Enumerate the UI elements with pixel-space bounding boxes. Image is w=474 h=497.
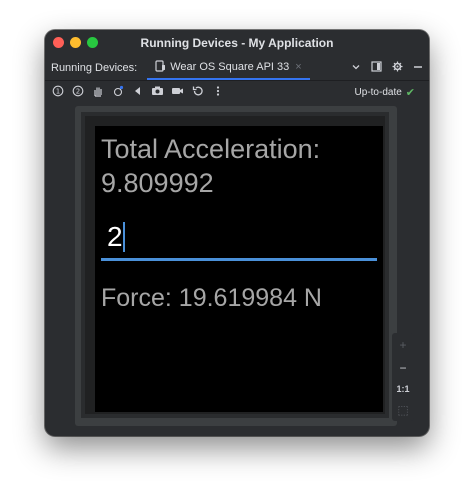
- input-underline: [101, 258, 377, 261]
- mass-input[interactable]: 2: [101, 218, 377, 261]
- zoom-fit-icon[interactable]: ⬚: [397, 403, 408, 417]
- tab-bar: Running Devices: Wear OS Square API 33 ×: [45, 56, 429, 81]
- gear-icon[interactable]: [392, 61, 403, 75]
- video-icon[interactable]: [171, 85, 184, 100]
- acceleration-value: 9.809992: [101, 168, 214, 198]
- status-text: Up-to-date: [354, 86, 402, 98]
- force-result: Force: 19.619984 N: [101, 284, 322, 312]
- zoom-controls: + − 1:1 ⬚: [392, 333, 414, 421]
- mass-input-value: 2: [107, 221, 123, 252]
- sync-status: Up-to-date ✔: [355, 81, 415, 103]
- button-2-icon[interactable]: 2: [71, 85, 84, 100]
- zoom-out-button[interactable]: −: [399, 361, 406, 375]
- close-window-button[interactable]: [53, 37, 64, 48]
- zoom-in-button[interactable]: +: [399, 338, 406, 352]
- svg-text:2: 2: [75, 87, 79, 95]
- tilt-icon[interactable]: [111, 85, 124, 100]
- zoom-window-button[interactable]: [87, 37, 98, 48]
- button-1-icon[interactable]: 1: [51, 85, 64, 100]
- zoom-actual-size-button[interactable]: 1:1: [396, 384, 409, 394]
- tab-label: Wear OS Square API 33: [170, 61, 290, 73]
- minimize-icon[interactable]: [413, 62, 423, 75]
- window-title: Running Devices - My Application: [140, 36, 334, 50]
- window-controls: [53, 37, 98, 48]
- device-frame: Total Acceleration: 9.809992 2 Force: 19…: [81, 112, 389, 418]
- back-icon[interactable]: [131, 85, 144, 100]
- minimize-window-button[interactable]: [70, 37, 81, 48]
- tab-actions: [351, 56, 423, 80]
- check-icon: ✔: [405, 86, 415, 99]
- running-devices-window: Running Devices - My Application Running…: [45, 30, 429, 436]
- layout-icon[interactable]: [371, 61, 382, 75]
- device-screen[interactable]: Total Acceleration: 9.809992 2 Force: 19…: [95, 126, 383, 412]
- tab-wear-os-square[interactable]: Wear OS Square API 33 ×: [147, 56, 310, 80]
- acceleration-label: Total Acceleration:: [101, 134, 321, 164]
- camera-icon[interactable]: [151, 85, 164, 100]
- more-icon[interactable]: [211, 85, 224, 100]
- running-devices-label: Running Devices:: [51, 62, 138, 74]
- device-canvas: Total Acceleration: 9.809992 2 Force: 19…: [75, 106, 397, 426]
- device-icon: [155, 59, 166, 75]
- close-icon[interactable]: ×: [295, 61, 301, 73]
- text-caret: [123, 222, 125, 252]
- palm-icon[interactable]: [91, 85, 104, 100]
- title-bar: Running Devices - My Application: [45, 30, 429, 56]
- chevron-down-icon[interactable]: [351, 62, 361, 75]
- reset-icon[interactable]: [191, 85, 204, 100]
- svg-text:1: 1: [55, 87, 59, 95]
- device-toolbar: 1 2 Up-to-date ✔: [45, 81, 429, 103]
